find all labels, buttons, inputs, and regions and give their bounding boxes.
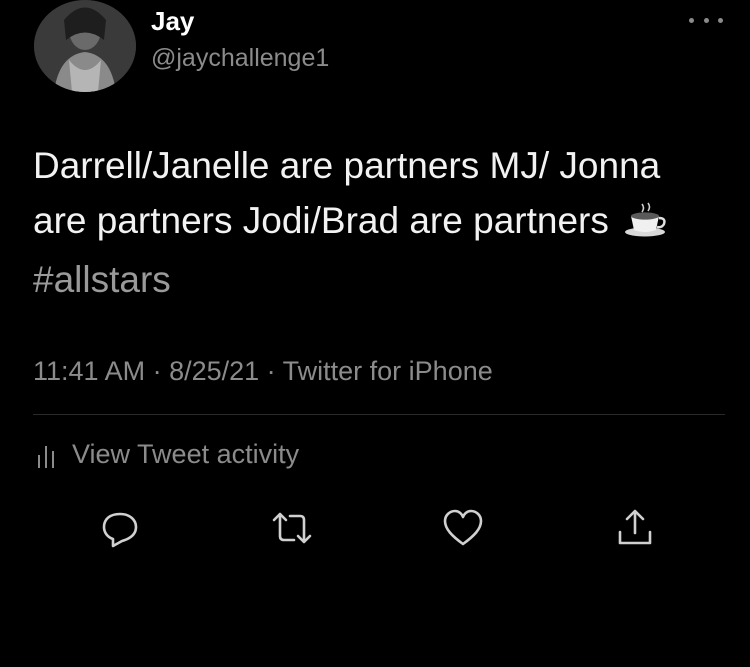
avatar[interactable] [34,0,136,92]
like-icon[interactable] [441,506,485,550]
view-tweet-activity-label: View Tweet activity [72,439,300,469]
coffee-icon [623,197,667,252]
tweet-meta: 11:41 AM · 8/25/21 · Twitter for iPhone [33,356,493,386]
hashtag-link[interactable]: #allstars [33,259,171,300]
divider [33,414,725,415]
share-icon[interactable] [613,506,657,550]
reply-icon[interactable] [98,506,142,550]
author-display-name[interactable]: Jay [151,6,194,37]
tweet-body: Darrell/Janelle are partners MJ/ Jonna a… [33,145,661,241]
tweet-text: Darrell/Janelle are partners MJ/ Jonna a… [33,138,723,307]
analytics-icon [38,445,54,468]
view-tweet-activity-button[interactable]: View Tweet activity [36,439,299,470]
more-options-icon[interactable] [689,10,723,30]
tweet-actions-bar [0,506,750,550]
retweet-icon[interactable] [270,506,314,550]
author-handle[interactable]: @jaychallenge1 [151,44,329,73]
